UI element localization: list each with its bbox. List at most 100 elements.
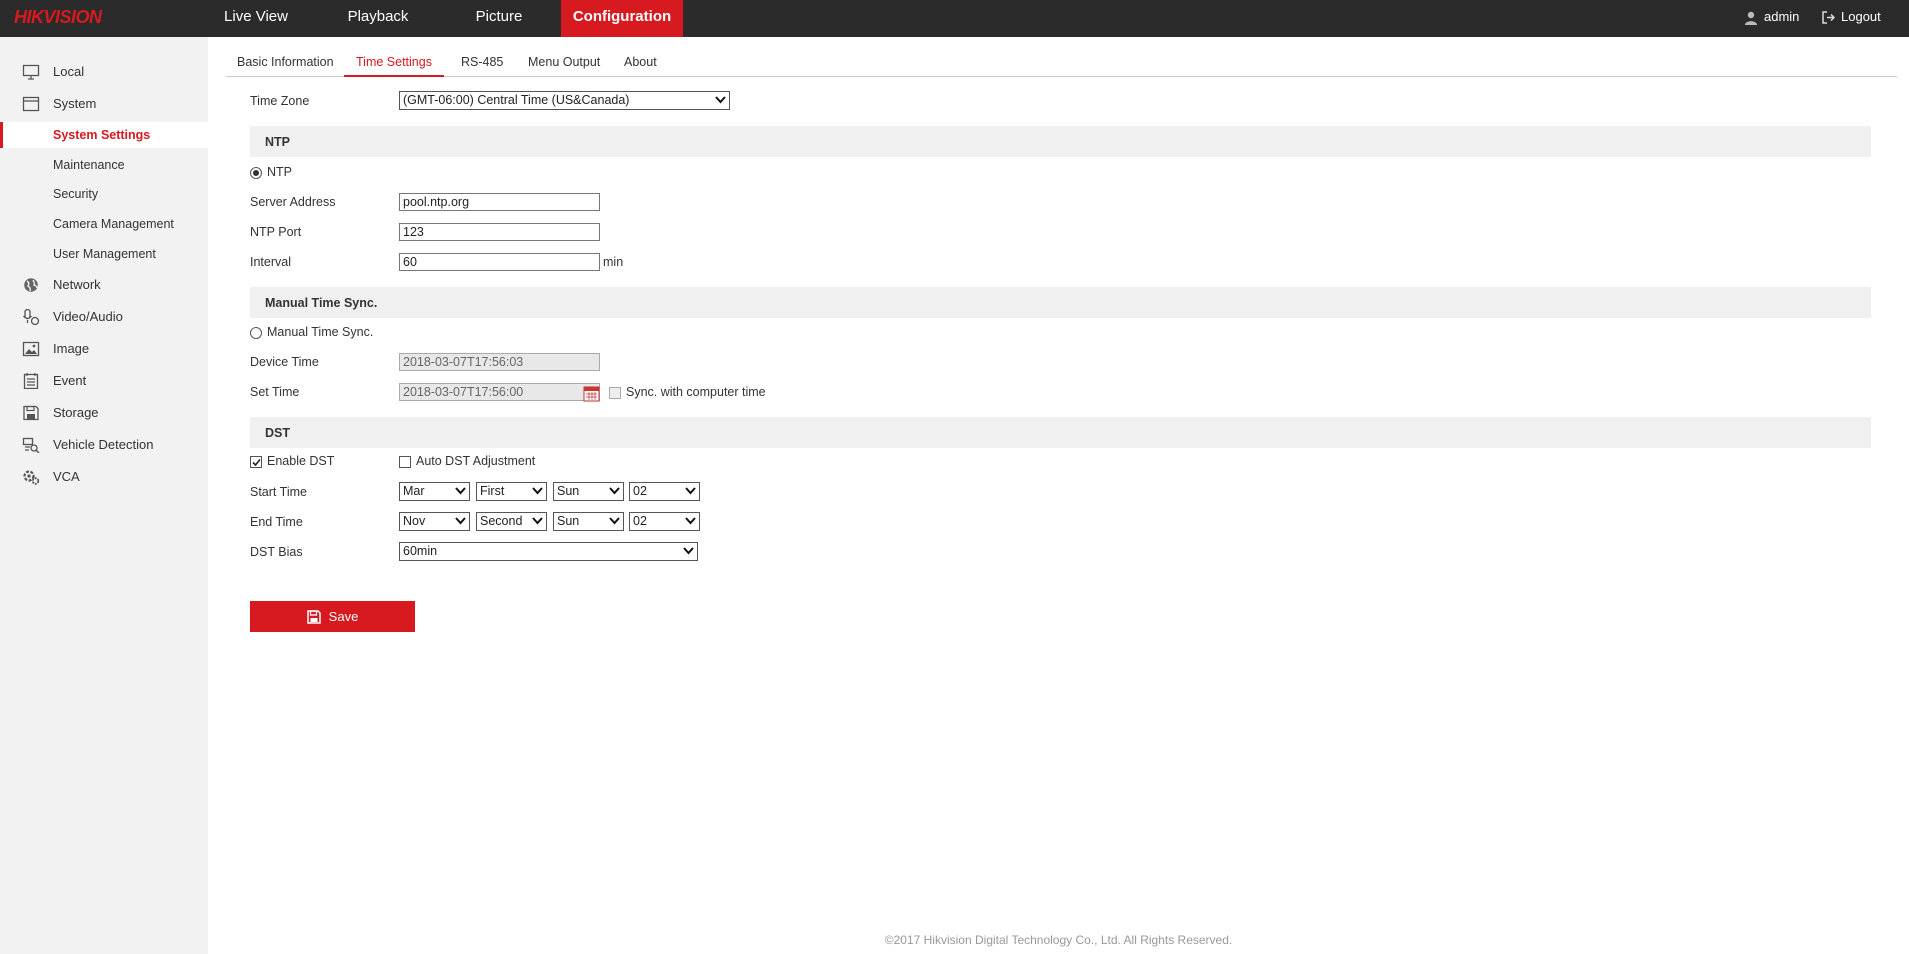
- end-day-value: Sun: [557, 514, 580, 528]
- sidebar-item-vca[interactable]: VCA: [0, 464, 208, 490]
- tab-menu-output[interactable]: Menu Output: [528, 50, 600, 77]
- start-month-select[interactable]: Mar: [399, 482, 470, 501]
- time-zone-label: Time Zone: [250, 94, 310, 108]
- sidebar-item-label: Event: [53, 373, 87, 388]
- start-week-select[interactable]: First: [476, 482, 547, 501]
- ntp-port-input[interactable]: 123: [399, 223, 600, 241]
- username: admin: [1764, 9, 1800, 24]
- set-time-label: Set Time: [250, 385, 300, 399]
- device-time-input: 2018-03-07T17:56:03: [399, 353, 600, 371]
- tab-about[interactable]: About: [624, 50, 657, 77]
- chevron-down-icon: [455, 487, 466, 495]
- sidebar-item-image[interactable]: Image: [0, 336, 208, 362]
- sidebar-item-label: Image: [53, 341, 90, 356]
- save-icon: [306, 609, 321, 624]
- sidebar-item-label: Camera Management: [53, 217, 174, 231]
- save-label: Save: [328, 609, 359, 624]
- sidebar-item-security[interactable]: Security: [0, 181, 208, 207]
- interval-label: Interval: [250, 255, 291, 269]
- calendar-icon[interactable]: [583, 385, 600, 402]
- save-button[interactable]: Save: [250, 601, 415, 632]
- tab-basic-information[interactable]: Basic Information: [237, 50, 334, 77]
- sidebar-item-label: Local: [53, 64, 85, 79]
- sidebar-item-label: System Settings: [53, 128, 151, 142]
- sidebar-item-maintenance[interactable]: Maintenance: [0, 152, 208, 178]
- sidebar-item-label: Storage: [53, 405, 99, 420]
- time-zone-value: (GMT-06:00) Central Time (US&Canada): [403, 93, 630, 107]
- sidebar-item-video-audio[interactable]: Video/Audio: [0, 304, 208, 330]
- end-day-select[interactable]: Sun: [553, 512, 624, 531]
- nav-live-view[interactable]: Live View: [212, 0, 300, 37]
- vca-icon: [23, 470, 40, 485]
- interval-unit: min: [603, 255, 624, 269]
- interval-input[interactable]: 60: [399, 253, 600, 271]
- end-month-select[interactable]: Nov: [399, 512, 470, 531]
- start-month-value: Mar: [403, 484, 425, 498]
- ntp-section-title: NTP: [265, 135, 290, 149]
- end-hour-value: 02: [633, 514, 647, 528]
- start-day-value: Sun: [557, 484, 580, 498]
- logout-button[interactable]: Logout: [1822, 0, 1881, 37]
- tab-rs485[interactable]: RS-485: [461, 50, 503, 77]
- start-time-label: Start Time: [250, 485, 307, 499]
- logout-icon: [1822, 11, 1836, 24]
- copyright-footer: ©2017 Hikvision Digital Technology Co., …: [884, 933, 1233, 947]
- dst-bias-select[interactable]: 60min: [399, 542, 698, 561]
- tab-time-settings[interactable]: Time Settings: [344, 50, 444, 77]
- sync-computer-time-checkbox[interactable]: [609, 387, 621, 399]
- nav-picture[interactable]: Picture: [456, 0, 542, 37]
- dst-section-title: DST: [265, 426, 290, 440]
- sidebar-item-storage[interactable]: Storage: [0, 400, 208, 426]
- sidebar-item-label: Network: [53, 277, 101, 292]
- sidebar: Local System System Settings Maintenance…: [0, 37, 208, 954]
- chevron-down-icon: [715, 96, 726, 104]
- sidebar-item-local[interactable]: Local: [0, 59, 208, 85]
- sidebar-item-network[interactable]: Network: [0, 272, 208, 298]
- manual-sync-section-title: Manual Time Sync.: [265, 296, 378, 310]
- dst-bias-label: DST Bias: [250, 545, 303, 559]
- enable-dst-label: Enable DST: [267, 454, 335, 468]
- nav-configuration[interactable]: Configuration: [561, 0, 683, 37]
- server-address-label: Server Address: [250, 195, 336, 209]
- start-hour-value: 02: [633, 484, 647, 498]
- monitor-icon: [22, 64, 40, 80]
- chevron-down-icon: [685, 517, 696, 525]
- chevron-down-icon: [683, 547, 694, 555]
- set-time-input[interactable]: 2018-03-07T17:56:00: [399, 383, 600, 401]
- vehicle-detection-icon: [22, 437, 40, 453]
- logout-label: Logout: [1841, 9, 1881, 24]
- dst-bias-value: 60min: [403, 544, 438, 558]
- user-menu[interactable]: admin: [1744, 0, 1799, 37]
- system-icon: [22, 96, 40, 112]
- start-hour-select[interactable]: 02: [629, 482, 700, 501]
- nav-playback[interactable]: Playback: [333, 0, 423, 37]
- settings-tabs: Basic Information Time Settings RS-485 M…: [226, 50, 1897, 77]
- ntp-radio[interactable]: [250, 167, 262, 179]
- top-navigation-bar: HIKVISION Live View Playback Picture Con…: [0, 0, 1909, 37]
- chevron-down-icon: [532, 487, 543, 495]
- end-week-select[interactable]: Second: [476, 512, 547, 531]
- enable-dst-checkbox[interactable]: [250, 456, 262, 468]
- globe-icon: [24, 278, 38, 292]
- time-zone-select[interactable]: (GMT-06:00) Central Time (US&Canada): [399, 91, 730, 110]
- user-icon: [1745, 11, 1757, 25]
- sidebar-item-label: VCA: [53, 469, 80, 484]
- server-address-input[interactable]: pool.ntp.org: [399, 193, 600, 211]
- start-day-select[interactable]: Sun: [553, 482, 624, 501]
- sidebar-item-vehicle-detection[interactable]: Vehicle Detection: [0, 432, 208, 458]
- chevron-down-icon: [685, 487, 696, 495]
- start-week-value: First: [480, 484, 505, 498]
- auto-dst-checkbox[interactable]: [399, 456, 411, 468]
- chevron-down-icon: [455, 517, 466, 525]
- ntp-radio-label: NTP: [267, 165, 292, 179]
- chevron-down-icon: [609, 487, 620, 495]
- manual-sync-radio[interactable]: [250, 327, 262, 339]
- end-hour-select[interactable]: 02: [629, 512, 700, 531]
- sidebar-item-camera-management[interactable]: Camera Management: [0, 211, 208, 237]
- sidebar-item-user-management[interactable]: User Management: [0, 241, 208, 267]
- image-icon: [22, 341, 40, 357]
- sidebar-item-system[interactable]: System: [0, 91, 208, 117]
- hikvision-logo: HIKVISION: [14, 7, 102, 27]
- sidebar-item-event[interactable]: Event: [0, 368, 208, 394]
- sidebar-item-system-settings[interactable]: System Settings: [0, 122, 208, 148]
